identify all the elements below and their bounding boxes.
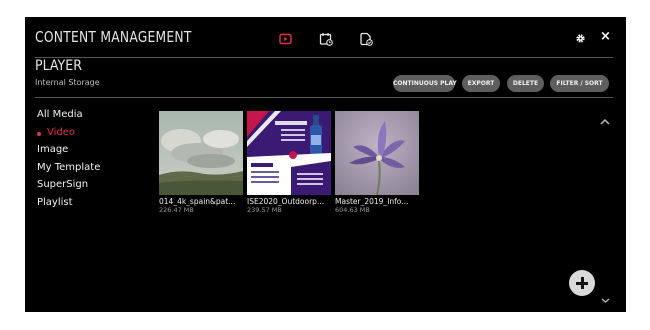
filter-sort-button[interactable]: FILTER / SORT	[550, 75, 609, 92]
gear-icon[interactable]	[575, 33, 586, 47]
media-thumbnail[interactable]	[335, 111, 419, 195]
media-thumbnail[interactable]	[247, 111, 331, 195]
media-name: 014_4k_spain&pat...	[159, 197, 236, 206]
media-size: 239.57 MB	[247, 206, 282, 214]
continuous-play-button[interactable]: CONTINUOUS PLAY	[393, 75, 457, 92]
scheduler-icon[interactable]	[319, 32, 333, 46]
toolbar-divider	[35, 97, 613, 98]
scroll-up-icon[interactable]	[600, 111, 610, 125]
sidebar-item-my-template[interactable]: My Template	[37, 162, 100, 180]
app-title: CONTENT MANAGEMENT	[35, 28, 192, 46]
header-divider	[35, 57, 613, 58]
section-title: PLAYER	[35, 58, 82, 74]
media-tile[interactable]: Master_2019_Info... 604.63 MB	[335, 111, 419, 214]
scroll-down-icon[interactable]	[601, 289, 610, 303]
content-management-screen: CONTENT MANAGEMENT × PLAYER Internal Sto…	[25, 17, 626, 312]
media-thumbnail[interactable]	[159, 111, 243, 195]
media-name: ISE2020_Outdoorp...	[247, 197, 325, 206]
export-button[interactable]: EXPORT	[462, 75, 500, 92]
sidebar-item-playlist[interactable]: Playlist	[37, 197, 100, 215]
sidebar-item-supersign[interactable]: SuperSign	[37, 179, 100, 197]
close-button[interactable]: ×	[600, 30, 611, 43]
sidebar-item-video[interactable]: Video	[37, 127, 100, 145]
sidebar-item-image[interactable]: Image	[37, 144, 100, 162]
delete-button[interactable]: DELETE	[507, 75, 544, 92]
sidebar: All Media Video Image My Template SuperS…	[37, 109, 100, 214]
template-editor-icon[interactable]	[359, 32, 373, 46]
player-icon[interactable]	[279, 32, 293, 46]
storage-label: Internal Storage	[35, 78, 100, 87]
media-size: 604.63 MB	[335, 206, 370, 214]
media-tile[interactable]: ISE2020_Outdoorp... 239.57 MB	[247, 111, 331, 214]
media-tile[interactable]: 014_4k_spain&pat... 226.47 MB	[159, 111, 243, 214]
sidebar-item-all-media[interactable]: All Media	[37, 109, 100, 127]
media-size: 226.47 MB	[159, 206, 194, 214]
media-name: Master_2019_Info...	[335, 197, 409, 206]
add-button[interactable]	[569, 270, 595, 296]
